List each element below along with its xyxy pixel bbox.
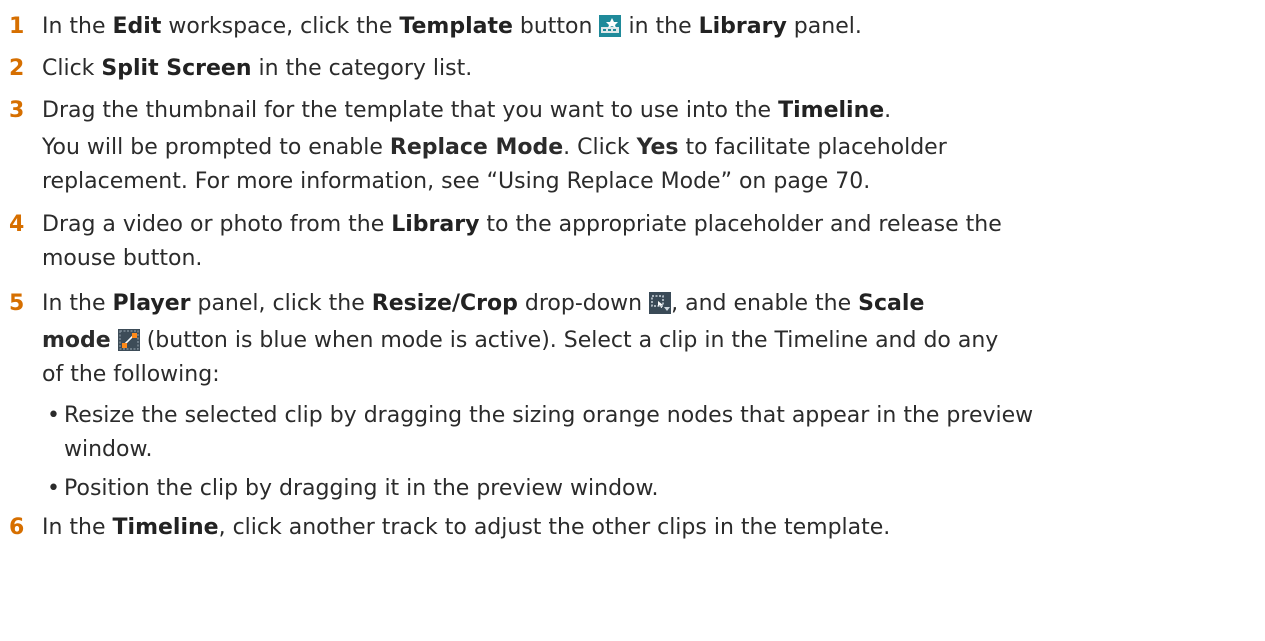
step-text: workspace, click the xyxy=(161,14,400,39)
step-4-line-2: mouse button. xyxy=(0,241,202,276)
step-5-line-2: mode (button is blue when mode is active… xyxy=(0,323,998,358)
step-text: (button is blue when mode is active). Se… xyxy=(139,328,999,353)
step-text: panel. xyxy=(786,14,862,39)
yes-label: Yes xyxy=(636,135,679,160)
step-3: 3 Drag the thumbnail for the template th… xyxy=(0,93,891,128)
step-text: button xyxy=(512,14,600,39)
step-text: In the xyxy=(42,291,113,316)
bullet-dot: • xyxy=(47,403,60,428)
scale-mode-label: Scale xyxy=(858,291,925,316)
step-text: , and enable the xyxy=(671,291,859,316)
instructions-document: 1 In the Edit workspace, click the Templ… xyxy=(0,0,1265,641)
step-text: , click another track to adjust the othe… xyxy=(218,515,891,540)
step-3-note-line-2: replacement. For more information, see “… xyxy=(0,164,870,199)
note-text: to facilitate placeholder xyxy=(678,135,947,160)
library-panel-label: Library xyxy=(698,14,787,39)
bullet-item-2: • Position the clip by dragging it in th… xyxy=(0,471,658,506)
step-3-note-line-1: You will be prompted to enable Replace M… xyxy=(0,130,947,165)
split-screen-label: Split Screen xyxy=(101,56,252,81)
step-number: 6 xyxy=(9,515,25,540)
player-panel-label: Player xyxy=(112,291,191,316)
scale-mode-label-cont: mode xyxy=(42,328,111,353)
bullet-item-1: • Resize the selected clip by dragging t… xyxy=(0,398,1033,433)
step-text: . xyxy=(884,98,892,123)
bullet-dot: • xyxy=(47,476,60,501)
replace-mode-label: Replace Mode xyxy=(389,135,564,160)
step-number: 4 xyxy=(9,212,25,237)
step-text: In the xyxy=(42,14,113,39)
step-text: in the category list. xyxy=(251,56,473,81)
step-text: Drag the thumbnail for the template that… xyxy=(42,98,779,123)
bullet-text: window. xyxy=(64,437,153,462)
timeline-label: Timeline xyxy=(112,515,219,540)
bullet-item-1-line-2: window. xyxy=(0,432,152,467)
step-4: 4 Drag a video or photo from the Library… xyxy=(0,207,1002,242)
bullet-text: Resize the selected clip by dragging the… xyxy=(64,403,1034,428)
step-text: panel, click the xyxy=(190,291,372,316)
edit-workspace-label: Edit xyxy=(112,14,162,39)
step-text: Drag a video or photo from the xyxy=(42,212,392,237)
step-number: 1 xyxy=(9,14,25,39)
note-text: You will be prompted to enable xyxy=(42,135,390,160)
step-5: 5 In the Player panel, click the Resize/… xyxy=(0,286,924,321)
step-text: to the appropriate placeholder and relea… xyxy=(479,212,1002,237)
step-number: 5 xyxy=(9,291,25,316)
step-text: mouse button. xyxy=(42,246,203,271)
step-text: in the xyxy=(621,14,699,39)
bullet-text: Position the clip by dragging it in the … xyxy=(64,476,659,501)
template-icon xyxy=(599,15,622,37)
step-text: drop-down xyxy=(517,291,650,316)
resize-crop-label: Resize/Crop xyxy=(371,291,518,316)
scale-mode-icon xyxy=(117,329,140,351)
timeline-label: Timeline xyxy=(778,98,885,123)
template-button-label: Template xyxy=(399,14,513,39)
step-6: 6 In the Timeline, click another track t… xyxy=(0,510,890,545)
library-label: Library xyxy=(391,212,480,237)
step-1: 1 In the Edit workspace, click the Templ… xyxy=(0,9,862,44)
note-text: . Click xyxy=(563,135,637,160)
step-5-line-3: of the following: xyxy=(0,357,220,392)
note-text: replacement. For more information, see “… xyxy=(42,169,871,194)
resize-crop-icon xyxy=(649,292,672,314)
step-text: of the following: xyxy=(42,362,220,387)
step-number: 3 xyxy=(9,98,25,123)
step-number: 2 xyxy=(9,56,25,81)
step-text: Click xyxy=(42,56,102,81)
step-2: 2 Click Split Screen in the category lis… xyxy=(0,51,472,86)
step-text: In the xyxy=(42,515,113,540)
